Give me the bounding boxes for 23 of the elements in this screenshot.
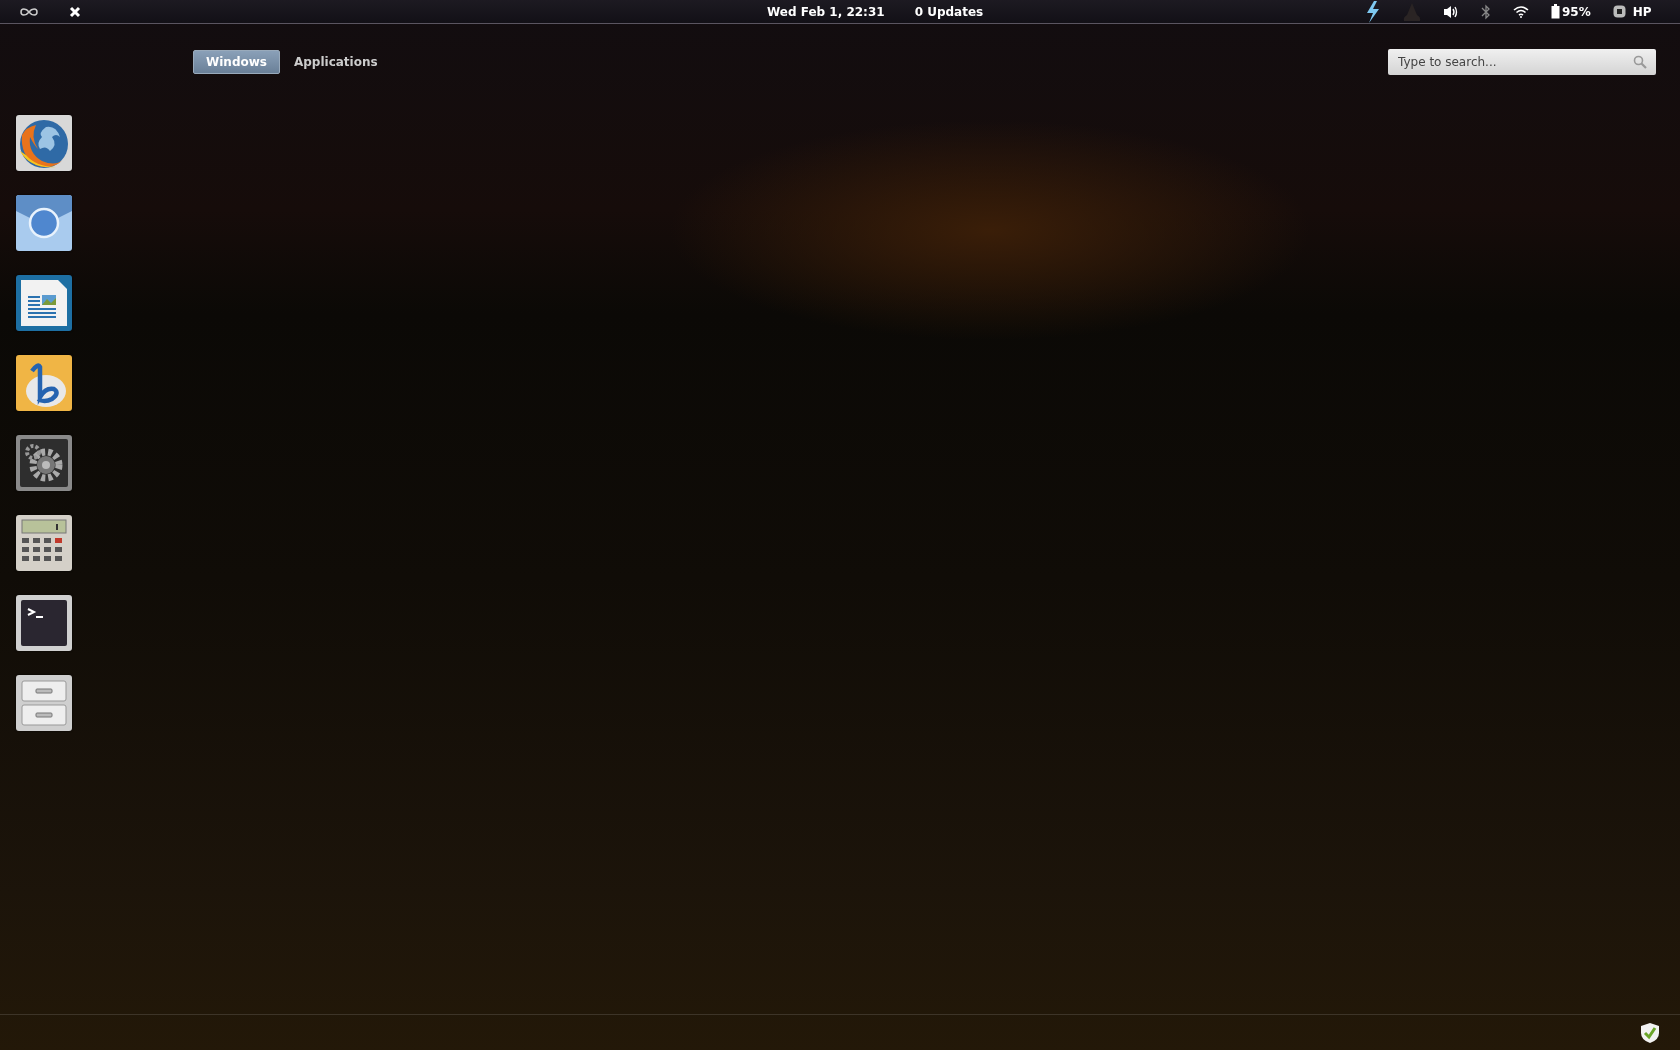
search-field[interactable]: Type to search... bbox=[1388, 49, 1656, 75]
document-icon[interactable] bbox=[16, 275, 72, 331]
battery-percentage[interactable]: 95% bbox=[1562, 4, 1591, 19]
clock[interactable]: Wed Feb 1, 22:31 bbox=[767, 4, 885, 19]
bluetooth-icon[interactable] bbox=[1481, 3, 1491, 20]
close-icon[interactable] bbox=[69, 5, 81, 18]
globe-icon[interactable] bbox=[16, 115, 72, 171]
user-name[interactable]: HP bbox=[1632, 4, 1652, 19]
terminal-icon[interactable] bbox=[16, 595, 72, 651]
calculator-icon[interactable] bbox=[16, 515, 72, 571]
volume-icon[interactable] bbox=[1443, 4, 1459, 19]
wifi-icon[interactable] bbox=[1513, 5, 1529, 18]
lightning-icon[interactable] bbox=[1365, 0, 1381, 23]
circle-icon[interactable] bbox=[16, 195, 72, 251]
shield-check-icon[interactable] bbox=[1640, 1021, 1660, 1044]
view-tab[interactable]: Applications bbox=[280, 50, 391, 74]
updates-indicator[interactable]: 0 Updates bbox=[914, 4, 984, 19]
chat-icon[interactable] bbox=[1612, 5, 1626, 18]
letter-b-icon[interactable] bbox=[16, 355, 72, 411]
activities-icon[interactable] bbox=[19, 6, 39, 17]
gear-icon[interactable] bbox=[16, 435, 72, 491]
search-icon bbox=[1633, 55, 1647, 69]
battery-icon[interactable] bbox=[1551, 4, 1560, 19]
